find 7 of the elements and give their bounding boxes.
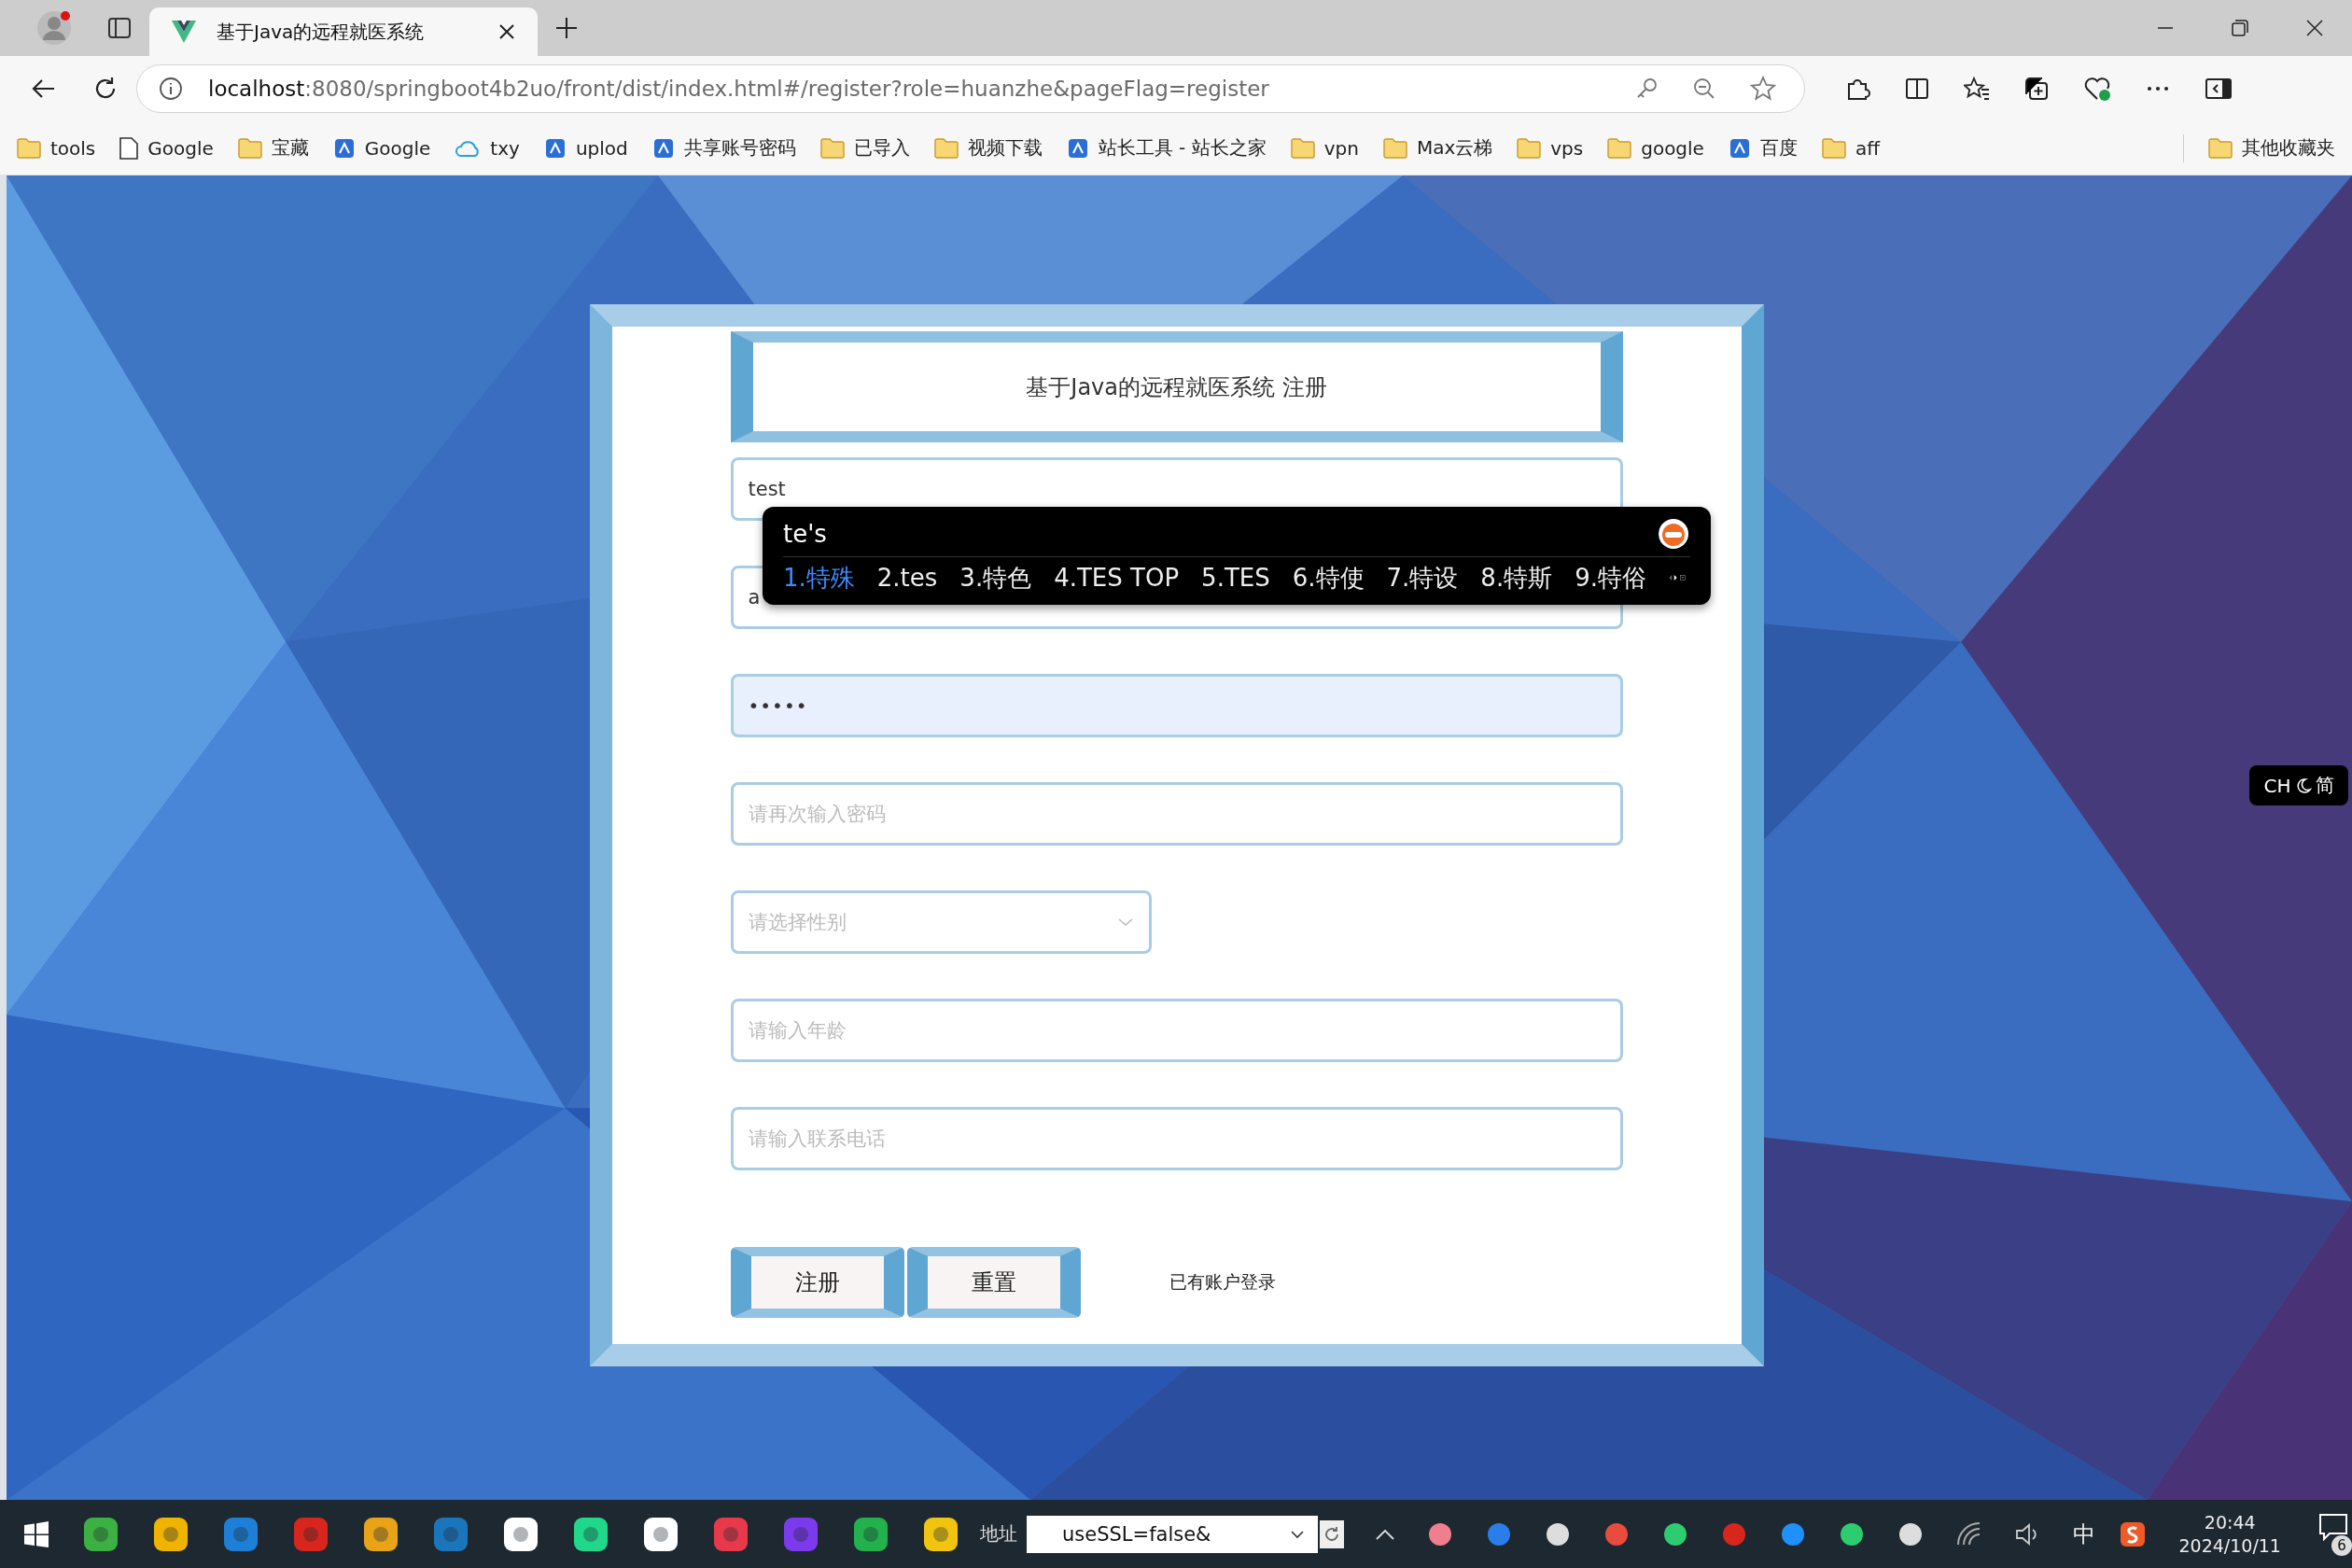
notification-count: 6	[2331, 1534, 2352, 1556]
ime-input-text: te's	[783, 520, 827, 549]
time-text: 20:44	[2204, 1510, 2256, 1534]
url-host: localhost	[208, 77, 305, 101]
url-path: :8080/springboot4b2uo/front/dist/index.html#/register?role=huanzhe&pageFlag=register	[304, 77, 1269, 101]
address-label: 地址	[980, 1521, 1017, 1547]
date-text: 2024/10/11	[2178, 1533, 2281, 1558]
